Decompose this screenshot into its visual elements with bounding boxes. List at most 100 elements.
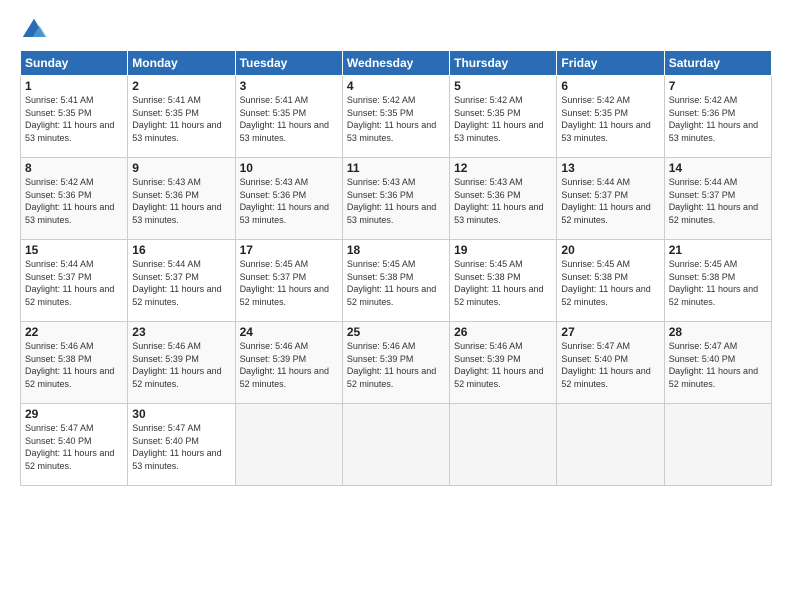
day-number: 17 <box>240 243 338 257</box>
day-number: 14 <box>669 161 767 175</box>
sunrise-label: Sunrise: 5:44 AM <box>132 259 201 269</box>
sunrise-label: Sunrise: 5:44 AM <box>669 177 738 187</box>
day-info: Sunrise: 5:42 AM Sunset: 5:35 PM Dayligh… <box>347 94 445 144</box>
day-number: 25 <box>347 325 445 339</box>
calendar-cell <box>664 404 771 486</box>
sunset-label: Sunset: 5:39 PM <box>240 354 307 364</box>
weekday-header-thursday: Thursday <box>450 51 557 76</box>
sunset-label: Sunset: 5:37 PM <box>561 190 628 200</box>
logo <box>20 16 52 44</box>
sunrise-label: Sunrise: 5:46 AM <box>454 341 523 351</box>
daylight-label: Daylight: 11 hours and 53 minutes. <box>347 120 436 143</box>
calendar-cell: 2 Sunrise: 5:41 AM Sunset: 5:35 PM Dayli… <box>128 76 235 158</box>
sunrise-label: Sunrise: 5:46 AM <box>25 341 94 351</box>
daylight-label: Daylight: 11 hours and 53 minutes. <box>25 202 114 225</box>
day-info: Sunrise: 5:41 AM Sunset: 5:35 PM Dayligh… <box>25 94 123 144</box>
calendar-cell: 7 Sunrise: 5:42 AM Sunset: 5:36 PM Dayli… <box>664 76 771 158</box>
calendar-cell: 1 Sunrise: 5:41 AM Sunset: 5:35 PM Dayli… <box>21 76 128 158</box>
day-info: Sunrise: 5:47 AM Sunset: 5:40 PM Dayligh… <box>561 340 659 390</box>
day-number: 12 <box>454 161 552 175</box>
day-number: 23 <box>132 325 230 339</box>
sunrise-label: Sunrise: 5:42 AM <box>25 177 94 187</box>
calendar-cell: 30 Sunrise: 5:47 AM Sunset: 5:40 PM Dayl… <box>128 404 235 486</box>
daylight-label: Daylight: 11 hours and 52 minutes. <box>454 366 543 389</box>
sunrise-label: Sunrise: 5:46 AM <box>132 341 201 351</box>
day-info: Sunrise: 5:47 AM Sunset: 5:40 PM Dayligh… <box>25 422 123 472</box>
day-info: Sunrise: 5:42 AM Sunset: 5:35 PM Dayligh… <box>454 94 552 144</box>
calendar-cell: 18 Sunrise: 5:45 AM Sunset: 5:38 PM Dayl… <box>342 240 449 322</box>
sunrise-label: Sunrise: 5:45 AM <box>240 259 309 269</box>
day-info: Sunrise: 5:45 AM Sunset: 5:37 PM Dayligh… <box>240 258 338 308</box>
day-number: 30 <box>132 407 230 421</box>
calendar-week-row: 8 Sunrise: 5:42 AM Sunset: 5:36 PM Dayli… <box>21 158 772 240</box>
day-info: Sunrise: 5:46 AM Sunset: 5:38 PM Dayligh… <box>25 340 123 390</box>
sunset-label: Sunset: 5:37 PM <box>25 272 92 282</box>
day-number: 7 <box>669 79 767 93</box>
day-info: Sunrise: 5:46 AM Sunset: 5:39 PM Dayligh… <box>240 340 338 390</box>
sunset-label: Sunset: 5:35 PM <box>25 108 92 118</box>
day-info: Sunrise: 5:43 AM Sunset: 5:36 PM Dayligh… <box>454 176 552 226</box>
day-info: Sunrise: 5:45 AM Sunset: 5:38 PM Dayligh… <box>347 258 445 308</box>
calendar-cell: 29 Sunrise: 5:47 AM Sunset: 5:40 PM Dayl… <box>21 404 128 486</box>
day-number: 18 <box>347 243 445 257</box>
day-number: 10 <box>240 161 338 175</box>
weekday-header-monday: Monday <box>128 51 235 76</box>
daylight-label: Daylight: 11 hours and 52 minutes. <box>561 366 650 389</box>
daylight-label: Daylight: 11 hours and 53 minutes. <box>25 120 114 143</box>
calendar: SundayMondayTuesdayWednesdayThursdayFrid… <box>20 50 772 486</box>
sunrise-label: Sunrise: 5:44 AM <box>25 259 94 269</box>
sunrise-label: Sunrise: 5:47 AM <box>669 341 738 351</box>
daylight-label: Daylight: 11 hours and 52 minutes. <box>561 202 650 225</box>
logo-icon <box>20 16 48 44</box>
daylight-label: Daylight: 11 hours and 53 minutes. <box>561 120 650 143</box>
day-number: 22 <box>25 325 123 339</box>
sunrise-label: Sunrise: 5:42 AM <box>454 95 523 105</box>
day-info: Sunrise: 5:45 AM Sunset: 5:38 PM Dayligh… <box>669 258 767 308</box>
calendar-cell <box>342 404 449 486</box>
calendar-cell: 3 Sunrise: 5:41 AM Sunset: 5:35 PM Dayli… <box>235 76 342 158</box>
calendar-cell: 20 Sunrise: 5:45 AM Sunset: 5:38 PM Dayl… <box>557 240 664 322</box>
day-info: Sunrise: 5:44 AM Sunset: 5:37 PM Dayligh… <box>132 258 230 308</box>
calendar-cell: 5 Sunrise: 5:42 AM Sunset: 5:35 PM Dayli… <box>450 76 557 158</box>
sunrise-label: Sunrise: 5:45 AM <box>347 259 416 269</box>
calendar-cell: 16 Sunrise: 5:44 AM Sunset: 5:37 PM Dayl… <box>128 240 235 322</box>
sunset-label: Sunset: 5:35 PM <box>347 108 414 118</box>
day-number: 8 <box>25 161 123 175</box>
day-info: Sunrise: 5:43 AM Sunset: 5:36 PM Dayligh… <box>240 176 338 226</box>
calendar-cell <box>557 404 664 486</box>
day-number: 28 <box>669 325 767 339</box>
calendar-cell: 12 Sunrise: 5:43 AM Sunset: 5:36 PM Dayl… <box>450 158 557 240</box>
sunset-label: Sunset: 5:36 PM <box>669 108 736 118</box>
daylight-label: Daylight: 11 hours and 52 minutes. <box>454 284 543 307</box>
daylight-label: Daylight: 11 hours and 53 minutes. <box>347 202 436 225</box>
sunrise-label: Sunrise: 5:43 AM <box>454 177 523 187</box>
sunrise-label: Sunrise: 5:47 AM <box>25 423 94 433</box>
day-info: Sunrise: 5:46 AM Sunset: 5:39 PM Dayligh… <box>347 340 445 390</box>
daylight-label: Daylight: 11 hours and 52 minutes. <box>669 202 758 225</box>
day-number: 6 <box>561 79 659 93</box>
calendar-cell: 26 Sunrise: 5:46 AM Sunset: 5:39 PM Dayl… <box>450 322 557 404</box>
calendar-cell: 10 Sunrise: 5:43 AM Sunset: 5:36 PM Dayl… <box>235 158 342 240</box>
sunrise-label: Sunrise: 5:41 AM <box>132 95 201 105</box>
sunset-label: Sunset: 5:37 PM <box>669 190 736 200</box>
calendar-week-row: 15 Sunrise: 5:44 AM Sunset: 5:37 PM Dayl… <box>21 240 772 322</box>
calendar-cell: 22 Sunrise: 5:46 AM Sunset: 5:38 PM Dayl… <box>21 322 128 404</box>
sunrise-label: Sunrise: 5:43 AM <box>132 177 201 187</box>
calendar-week-row: 1 Sunrise: 5:41 AM Sunset: 5:35 PM Dayli… <box>21 76 772 158</box>
calendar-cell: 11 Sunrise: 5:43 AM Sunset: 5:36 PM Dayl… <box>342 158 449 240</box>
daylight-label: Daylight: 11 hours and 53 minutes. <box>240 120 329 143</box>
day-info: Sunrise: 5:43 AM Sunset: 5:36 PM Dayligh… <box>132 176 230 226</box>
sunset-label: Sunset: 5:36 PM <box>240 190 307 200</box>
daylight-label: Daylight: 11 hours and 52 minutes. <box>669 366 758 389</box>
calendar-cell: 13 Sunrise: 5:44 AM Sunset: 5:37 PM Dayl… <box>557 158 664 240</box>
day-info: Sunrise: 5:41 AM Sunset: 5:35 PM Dayligh… <box>132 94 230 144</box>
sunrise-label: Sunrise: 5:44 AM <box>561 177 630 187</box>
weekday-header-wednesday: Wednesday <box>342 51 449 76</box>
sunset-label: Sunset: 5:38 PM <box>454 272 521 282</box>
daylight-label: Daylight: 11 hours and 52 minutes. <box>25 284 114 307</box>
sunrise-label: Sunrise: 5:45 AM <box>669 259 738 269</box>
day-number: 27 <box>561 325 659 339</box>
calendar-week-row: 22 Sunrise: 5:46 AM Sunset: 5:38 PM Dayl… <box>21 322 772 404</box>
day-number: 11 <box>347 161 445 175</box>
sunset-label: Sunset: 5:38 PM <box>561 272 628 282</box>
